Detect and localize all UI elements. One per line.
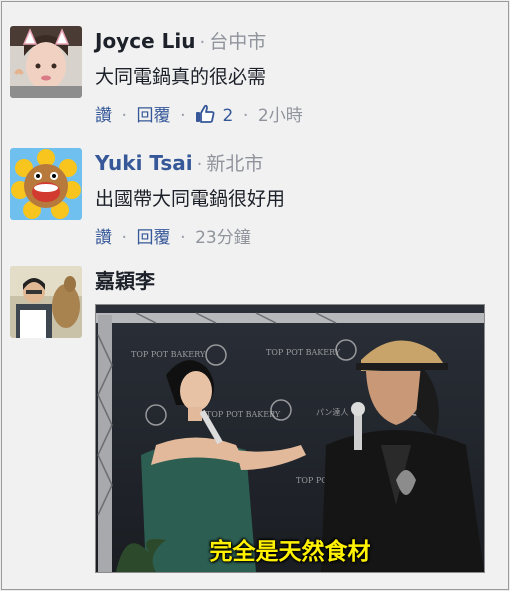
timestamp[interactable]: 2小時 — [258, 106, 303, 126]
separator: · — [199, 32, 206, 53]
separator: · — [242, 105, 249, 126]
comment-photo[interactable]: TOP POT BAKERY TOP POT BAKERY パン達人 TOP P… — [95, 304, 485, 573]
comment-text: 大同電鍋真的很必需 — [95, 66, 267, 88]
separator: · — [179, 227, 186, 248]
like-count[interactable]: 2 — [223, 106, 234, 126]
avatar-joyce[interactable] — [10, 26, 82, 98]
svg-text:TOP POT BAKERY: TOP POT BAKERY — [266, 348, 341, 357]
commenter-location[interactable]: 新北市 — [206, 153, 263, 175]
commenter-name[interactable]: Yuki Tsai — [95, 151, 193, 175]
thumbs-up-icon[interactable] — [195, 104, 215, 131]
svg-text:TOP POT BAKERY: TOP POT BAKERY — [206, 410, 281, 419]
separator: · — [196, 154, 203, 175]
reply-link[interactable]: 回覆 — [137, 106, 171, 126]
like-link[interactable]: 讚 — [95, 228, 112, 248]
separator: · — [121, 227, 128, 248]
commenter-name[interactable]: Joyce Liu — [95, 29, 195, 53]
separator: · — [121, 105, 128, 126]
avatar-li[interactable] — [10, 266, 82, 338]
reply-link[interactable]: 回覆 — [137, 228, 171, 248]
timestamp[interactable]: 23分鐘 — [195, 228, 251, 248]
commenter-name[interactable]: 嘉穎李 — [95, 269, 155, 293]
svg-text:パン達人: パン達人 — [316, 407, 348, 417]
comment-text: 出國帶大同電鍋很好用 — [95, 188, 286, 210]
video-caption: 完全是天然食材 — [209, 539, 371, 565]
svg-text:TOP POT BAKERY: TOP POT BAKERY — [131, 350, 206, 359]
avatar-yuki[interactable] — [10, 148, 82, 220]
like-link[interactable]: 讚 — [95, 106, 112, 126]
comment-thread: Joyce Liu · 台中市 大同電鍋真的很必需 讚 · 回覆 · 2 · 2小時 — [1, 1, 509, 590]
separator: · — [179, 105, 186, 126]
commenter-location[interactable]: 台中市 — [209, 31, 266, 53]
